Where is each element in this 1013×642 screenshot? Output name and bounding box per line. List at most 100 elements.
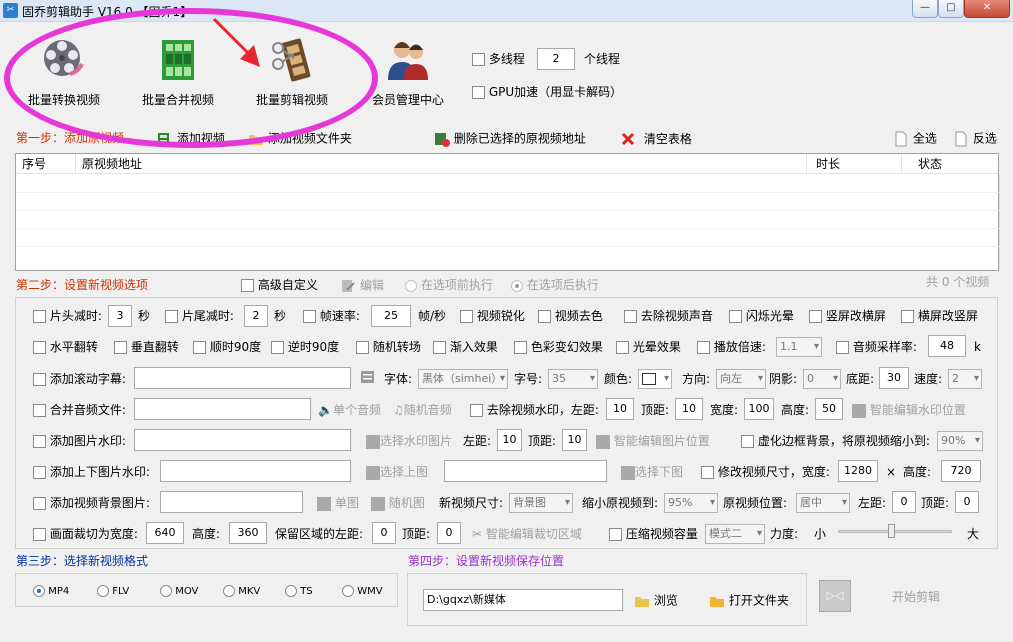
col-status[interactable]: 状态 — [918, 157, 942, 171]
image-watermark-input[interactable] — [134, 429, 351, 451]
remove-watermark-option[interactable]: 去除视频水印，左距: — [470, 403, 599, 417]
format-wmv-dot[interactable] — [342, 585, 354, 597]
image-watermark-option[interactable]: 添加图片水印: — [33, 434, 126, 448]
after-option-radio-dot[interactable] — [511, 279, 523, 292]
blur-border-checkbox[interactable] — [741, 435, 754, 448]
resize-width-input[interactable]: 1280 — [838, 460, 878, 482]
random-transition-checkbox[interactable] — [356, 341, 369, 354]
watermark-height-input[interactable]: 50 — [815, 398, 843, 420]
font-select[interactable]: 黑体（simhei） — [418, 369, 508, 389]
add-folder-button[interactable]: 添加视频文件夹 — [248, 131, 352, 147]
crop-option[interactable]: 画面裁切为宽度: — [33, 527, 138, 541]
col-duration[interactable]: 时长 — [816, 157, 840, 171]
delete-selected-button[interactable]: 删除已选择的原视频地址 — [434, 131, 586, 147]
batch-edit-tool[interactable]: 批量剪辑视频 — [252, 36, 332, 108]
format-mp4-radio[interactable]: MP4 — [33, 585, 69, 599]
glow-effect-option[interactable]: 光晕效果 — [616, 340, 681, 354]
bg-image-input[interactable] — [160, 491, 303, 513]
merge-audio-checkbox[interactable] — [33, 404, 46, 417]
minimize-button[interactable]: — — [912, 0, 938, 18]
watermark-top-input[interactable]: 10 — [675, 398, 703, 420]
crop-height-input[interactable]: 360 — [229, 522, 267, 544]
member-center-tool[interactable]: 会员管理中心 — [368, 36, 448, 108]
subtitle-edit-icon[interactable] — [360, 369, 376, 385]
cw90-checkbox[interactable] — [193, 341, 206, 354]
blur-scale-select[interactable]: 90% — [937, 431, 983, 451]
sharpen-checkbox[interactable] — [460, 310, 473, 323]
open-folder-button[interactable]: 打开文件夹 — [709, 593, 789, 609]
clear-table-button[interactable]: 清空表格 — [620, 131, 692, 147]
batch-merge-tool[interactable]: 批量合并视频 — [138, 36, 218, 108]
position-select[interactable]: 居中 — [796, 493, 850, 513]
glow-effect-checkbox[interactable] — [616, 341, 629, 354]
bg-image-checkbox[interactable] — [33, 497, 46, 510]
resize-height-input[interactable]: 720 — [941, 460, 981, 482]
format-mp4-dot[interactable] — [33, 585, 45, 597]
select-all-button[interactable]: 全选 — [893, 131, 937, 147]
v-to-h-option[interactable]: 竖屏改横屏 — [809, 309, 886, 323]
bg-top-input[interactable]: 0 — [955, 491, 979, 513]
format-ts-dot[interactable] — [285, 585, 297, 597]
tail-cut-option[interactable]: 片尾减时: — [165, 309, 234, 323]
gpu-checkbox[interactable] — [472, 86, 485, 99]
gpu-option[interactable]: GPU加速（用显卡解码） — [472, 85, 622, 99]
shadow-select[interactable]: 0 — [803, 369, 841, 389]
watermark-left-input[interactable]: 10 — [606, 398, 634, 420]
image-top-input[interactable]: 10 — [562, 429, 587, 451]
sample-rate-option[interactable]: 音频采样率: — [836, 340, 917, 354]
choose-top-button[interactable]: 选择上图 — [366, 465, 428, 480]
invert-select-button[interactable]: 反选 — [953, 131, 997, 147]
play-speed-checkbox[interactable] — [697, 341, 710, 354]
bg-image-option[interactable]: 添加视频背景图片: — [33, 496, 150, 510]
head-cut-option[interactable]: 片头减时: — [33, 309, 102, 323]
ccw90-checkbox[interactable] — [271, 341, 284, 354]
fade-in-option[interactable]: 渐入效果 — [433, 340, 498, 354]
format-mkv-dot[interactable] — [223, 585, 235, 597]
choose-watermark-button[interactable]: 选择水印图片 — [366, 434, 452, 449]
head-cut-checkbox[interactable] — [33, 310, 46, 323]
v-flip-option[interactable]: 垂直翻转 — [114, 340, 179, 354]
frame-rate-option[interactable]: 帧速率: — [303, 309, 360, 323]
speed-select[interactable]: 2 — [948, 369, 982, 389]
add-video-button[interactable]: 添加视频 — [157, 131, 225, 147]
sharpen-option[interactable]: 视频锐化 — [460, 309, 525, 323]
smart-image-button[interactable]: 智能编辑图片位置 — [596, 434, 710, 449]
video-table[interactable]: 序号 原视频地址 时长 状态 — [15, 153, 1000, 271]
decolor-checkbox[interactable] — [538, 310, 551, 323]
cw90-option[interactable]: 顺时90度 — [193, 340, 261, 354]
size-select[interactable]: 35 — [548, 369, 598, 389]
bg-left-input[interactable]: 0 — [892, 491, 916, 513]
keep-left-input[interactable]: 0 — [372, 522, 396, 544]
compress-checkbox[interactable] — [609, 528, 622, 541]
frame-rate-input[interactable]: 25 — [371, 305, 411, 327]
merge-audio-input[interactable] — [134, 398, 311, 420]
top-bottom-image-option[interactable]: 添加上下图片水印: — [33, 465, 150, 479]
sample-rate-input[interactable]: 48 — [928, 335, 966, 357]
single-audio-button[interactable]: 🔈单个音频 — [318, 403, 381, 417]
resize-option[interactable]: 修改视频尺寸，宽度: — [701, 465, 830, 479]
format-mkv-radio[interactable]: MKV — [223, 585, 260, 599]
start-edit-icon[interactable]: ▷◁ — [819, 580, 851, 612]
col-source-path[interactable]: 原视频地址 — [82, 157, 142, 171]
remove-audio-option[interactable]: 去除视频声音 — [624, 309, 713, 323]
v-to-h-checkbox[interactable] — [809, 310, 822, 323]
random-image-button[interactable]: 随机图 — [371, 496, 425, 511]
format-flv-dot[interactable] — [97, 585, 109, 597]
head-cut-input[interactable]: 3 — [108, 305, 132, 327]
scroll-sub-input[interactable] — [134, 367, 351, 389]
close-button[interactable]: ✕ — [964, 0, 1010, 18]
advanced-custom-checkbox[interactable] — [241, 279, 254, 292]
choose-bottom-button[interactable]: 选择下图 — [621, 465, 683, 480]
before-option-radio[interactable]: 在选项前执行 — [405, 278, 493, 292]
before-option-radio-dot[interactable] — [405, 279, 417, 292]
start-edit-button[interactable]: 开始剪辑 — [892, 590, 940, 604]
flash-glow-checkbox[interactable] — [729, 310, 742, 323]
after-option-radio[interactable]: 在选项后执行 — [511, 278, 599, 292]
decolor-option[interactable]: 视频去色 — [538, 309, 603, 323]
h-to-v-option[interactable]: 横屏改竖屏 — [901, 309, 978, 323]
top-bottom-image-checkbox[interactable] — [33, 466, 46, 479]
smart-crop-button[interactable]: ✂ 智能编辑裁切区域 — [472, 527, 582, 541]
top-image-input[interactable] — [160, 460, 351, 482]
strength-slider-track[interactable] — [838, 530, 952, 533]
smart-watermark-button[interactable]: 智能编辑水印位置 — [852, 403, 966, 418]
